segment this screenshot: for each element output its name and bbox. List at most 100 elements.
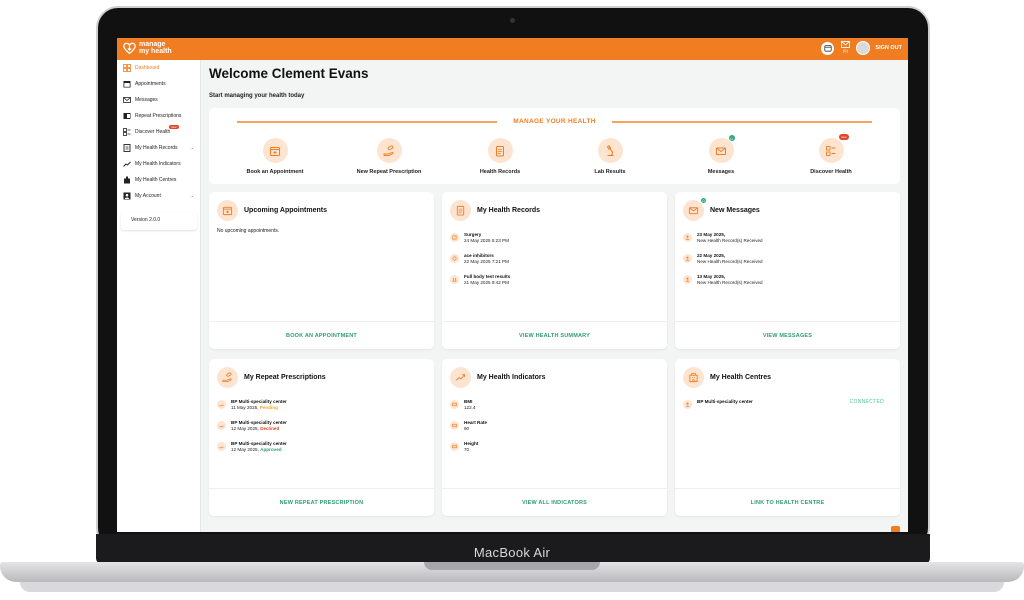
logo-line-2: my health [139, 48, 172, 55]
sidebar-item-label: Appointments [135, 81, 166, 87]
user-icon [683, 254, 692, 263]
logo-line-1: manage [139, 41, 166, 48]
envelope-icon [841, 41, 850, 48]
sidebar-item-my-health-records[interactable]: My Health Records ⌄ [117, 140, 200, 156]
chevron-down-icon[interactable]: ⌄ [191, 193, 194, 198]
view-messages-link[interactable]: VIEW MESSAGES [675, 321, 900, 349]
sidebar-item-repeat-prescriptions[interactable]: Repeat Prescriptions [117, 108, 200, 124]
list-item[interactable]: BP Multi-speciality center CONNECTED [683, 399, 892, 409]
quick-link-health-records[interactable]: Health Records [455, 138, 545, 175]
calendar-icon [123, 80, 131, 88]
message-count-badge: 0 [727, 134, 736, 142]
sidebar-item-label: My Account [135, 193, 161, 199]
list-item[interactable]: Height 70 [450, 441, 659, 453]
list-item[interactable]: Full body test results 21 May 2025 9:42 … [450, 274, 659, 286]
view-health-summary-link[interactable]: VIEW HEALTH SUMMARY [442, 321, 667, 349]
hand-pill-icon [217, 442, 226, 451]
scroll-top-button[interactable] [891, 526, 900, 532]
card-title: My Health Centres [710, 374, 772, 381]
status-badge: Pending [259, 405, 278, 410]
quick-link-label: Messages [707, 169, 735, 175]
view-all-indicators-link[interactable]: VIEW ALL INDICATORS [442, 488, 667, 516]
sidebar-item-my-health-indicators[interactable]: My Health Indicators [117, 156, 200, 172]
hand-pill-icon [217, 421, 226, 430]
health-indicators-card: My Health Indicators BMI 122.4 Heart Rat… [442, 359, 667, 516]
list-item[interactable]: BP Multi-speciality center 12 May 2025, … [217, 420, 426, 432]
repeat-prescriptions-card: My Repeat Prescriptions BP Multi-special… [209, 359, 434, 516]
record-date: 24 May 2025 5:23 PM [464, 238, 509, 243]
hand-pill-icon [222, 372, 232, 383]
app-screen: manage my health (0) SIGN OUT Dashboard … [117, 38, 908, 532]
sidebar-item-label: Dashboard [135, 65, 160, 71]
quick-link-book-appointment[interactable]: Book an Appointment [230, 138, 320, 175]
record-date: 22 May 2025 7:21 PM [464, 259, 509, 264]
message-subject: New Health Record(s) Received [697, 259, 763, 264]
message-subject: New Health Record(s) Received [697, 238, 763, 243]
user-icon [683, 233, 692, 242]
quick-link-discover-health[interactable]: new Discover Health [786, 134, 876, 175]
quick-link-new-prescription[interactable]: New Repeat Prescription [344, 138, 434, 175]
dashboard-icon [123, 64, 131, 72]
book-appointment-link[interactable]: BOOK AN APPOINTMENT [209, 321, 434, 349]
prescription-date: 12 May 2025, [231, 447, 259, 452]
lab-test-icon [450, 275, 459, 284]
brand-logo[interactable]: manage my health [123, 41, 172, 55]
version-label: Version 2.0.0 [121, 212, 197, 230]
calendar-button[interactable] [821, 41, 835, 55]
chevron-down-icon[interactable]: ⌄ [191, 145, 194, 150]
list-item[interactable]: 13 May 2025, New Health Record(s) Receiv… [683, 274, 892, 286]
list-item[interactable]: Surgery 24 May 2025 5:23 PM [450, 232, 659, 244]
indicator-value: 90 [464, 426, 470, 431]
link-health-centre-link[interactable]: LINK TO HEALTH CENTRE [675, 488, 900, 516]
sidebar-item-my-health-centres[interactable]: My Health Centres [117, 172, 200, 188]
stage: manage my health (0) SIGN OUT Dashboard … [0, 0, 1024, 600]
quick-link-lab-results[interactable]: Lab Results [565, 138, 655, 175]
list-item[interactable]: 22 May 2025, New Health Record(s) Receiv… [683, 253, 892, 265]
list-item[interactable]: BP Multi-speciality center 12 May 2025, … [217, 441, 426, 453]
calendar-plus-icon [222, 206, 233, 216]
new-messages-card: 0 New Messages 23 May 2025, New Health R… [675, 192, 900, 349]
quick-link-label: Discover Health [810, 169, 852, 175]
quick-link-label: Book an Appointment [246, 169, 304, 175]
quick-link-label: Health Records [479, 169, 521, 175]
quick-link-label: Lab Results [594, 169, 626, 175]
prescription-date: 11 May 2025, [231, 405, 259, 410]
envelope-icon [688, 207, 699, 215]
laptop-notch [424, 562, 600, 570]
sidebar-item-appointments[interactable]: Appointments [117, 76, 200, 92]
list-item[interactable]: BP Multi-speciality center 11 May 2025, … [217, 399, 426, 411]
mail-button[interactable]: (0) [839, 41, 851, 55]
clipboard-icon [456, 205, 465, 216]
hand-pill-icon [217, 400, 226, 409]
hand-pill-icon [383, 144, 394, 156]
manage-health-panel: MANAGE YOUR HEALTH Book an Appointment N… [209, 108, 900, 184]
sidebar-item-discover-health[interactable]: Discover Health new [117, 124, 200, 140]
divider [237, 121, 497, 123]
records-icon [123, 144, 131, 152]
new-repeat-prescription-link[interactable]: NEW REPEAT PRESCRIPTION [209, 488, 434, 516]
sidebar-item-label: My Health Indicators [135, 161, 181, 167]
building-icon [689, 373, 698, 383]
sidebar-item-dashboard[interactable]: Dashboard [117, 60, 200, 76]
sidebar-item-messages[interactable]: Messages [117, 92, 200, 108]
sidebar-item-my-account[interactable]: My Account ⌄ [117, 188, 200, 204]
building-icon [123, 176, 131, 184]
mail-count: (0) [842, 48, 848, 53]
surgery-icon [450, 233, 459, 242]
trend-icon [456, 374, 466, 381]
list-item[interactable]: BMI 122.4 [450, 399, 659, 411]
microscope-icon [606, 144, 614, 156]
sign-out-button[interactable]: SIGN OUT [875, 45, 902, 51]
quick-link-messages[interactable]: 0 Messages [676, 134, 766, 175]
status-badge: Approved [260, 447, 282, 452]
list-item[interactable]: Heart Rate 90 [450, 420, 659, 432]
card-title: Upcoming Appointments [244, 207, 327, 214]
new-badge: new [169, 125, 179, 129]
avatar[interactable] [856, 41, 871, 55]
status-badge: CONNECTED [849, 399, 884, 405]
top-bar: manage my health (0) SIGN OUT [117, 38, 908, 60]
list-item[interactable]: ace inhibitors 22 May 2025 7:21 PM [450, 253, 659, 265]
empty-state: No upcoming appointments. [217, 228, 280, 234]
list-item[interactable]: 23 May 2025, New Health Record(s) Receiv… [683, 232, 892, 244]
sidebar-item-label: My Health Centres [135, 177, 177, 183]
